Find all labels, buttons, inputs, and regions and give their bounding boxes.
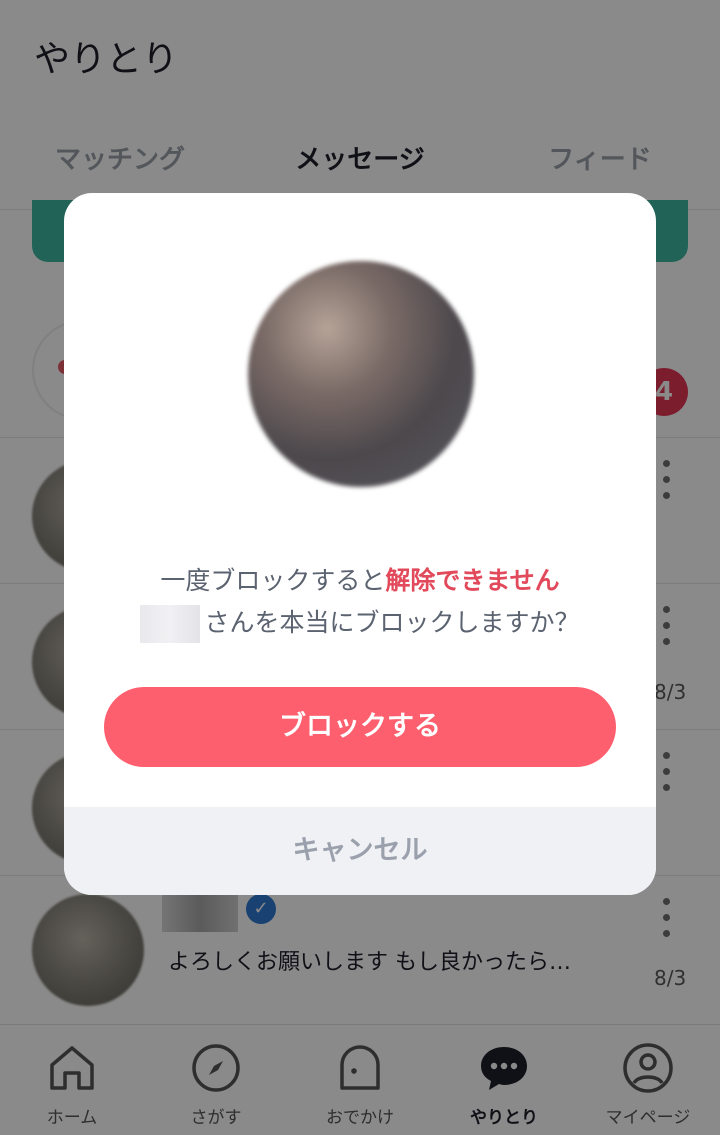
block-confirm-dialog: 一度ブロックすると解除できません さんを本当にブロックしますか？ ブロックする … bbox=[64, 193, 656, 895]
irreversible-warning: 解除できません bbox=[385, 566, 560, 595]
target-user-avatar bbox=[248, 261, 474, 487]
user-name-redacted bbox=[140, 605, 201, 643]
cancel-button[interactable]: キャンセル bbox=[64, 807, 656, 895]
block-warning-line: 一度ブロックすると解除できません bbox=[64, 561, 656, 597]
warning-prefix: 一度ブロックすると bbox=[160, 566, 386, 595]
block-question-line: さんを本当にブロックしますか？ bbox=[64, 603, 656, 643]
block-button[interactable]: ブロックする bbox=[104, 687, 616, 767]
question-text: さんを本当にブロックしますか？ bbox=[204, 608, 580, 637]
